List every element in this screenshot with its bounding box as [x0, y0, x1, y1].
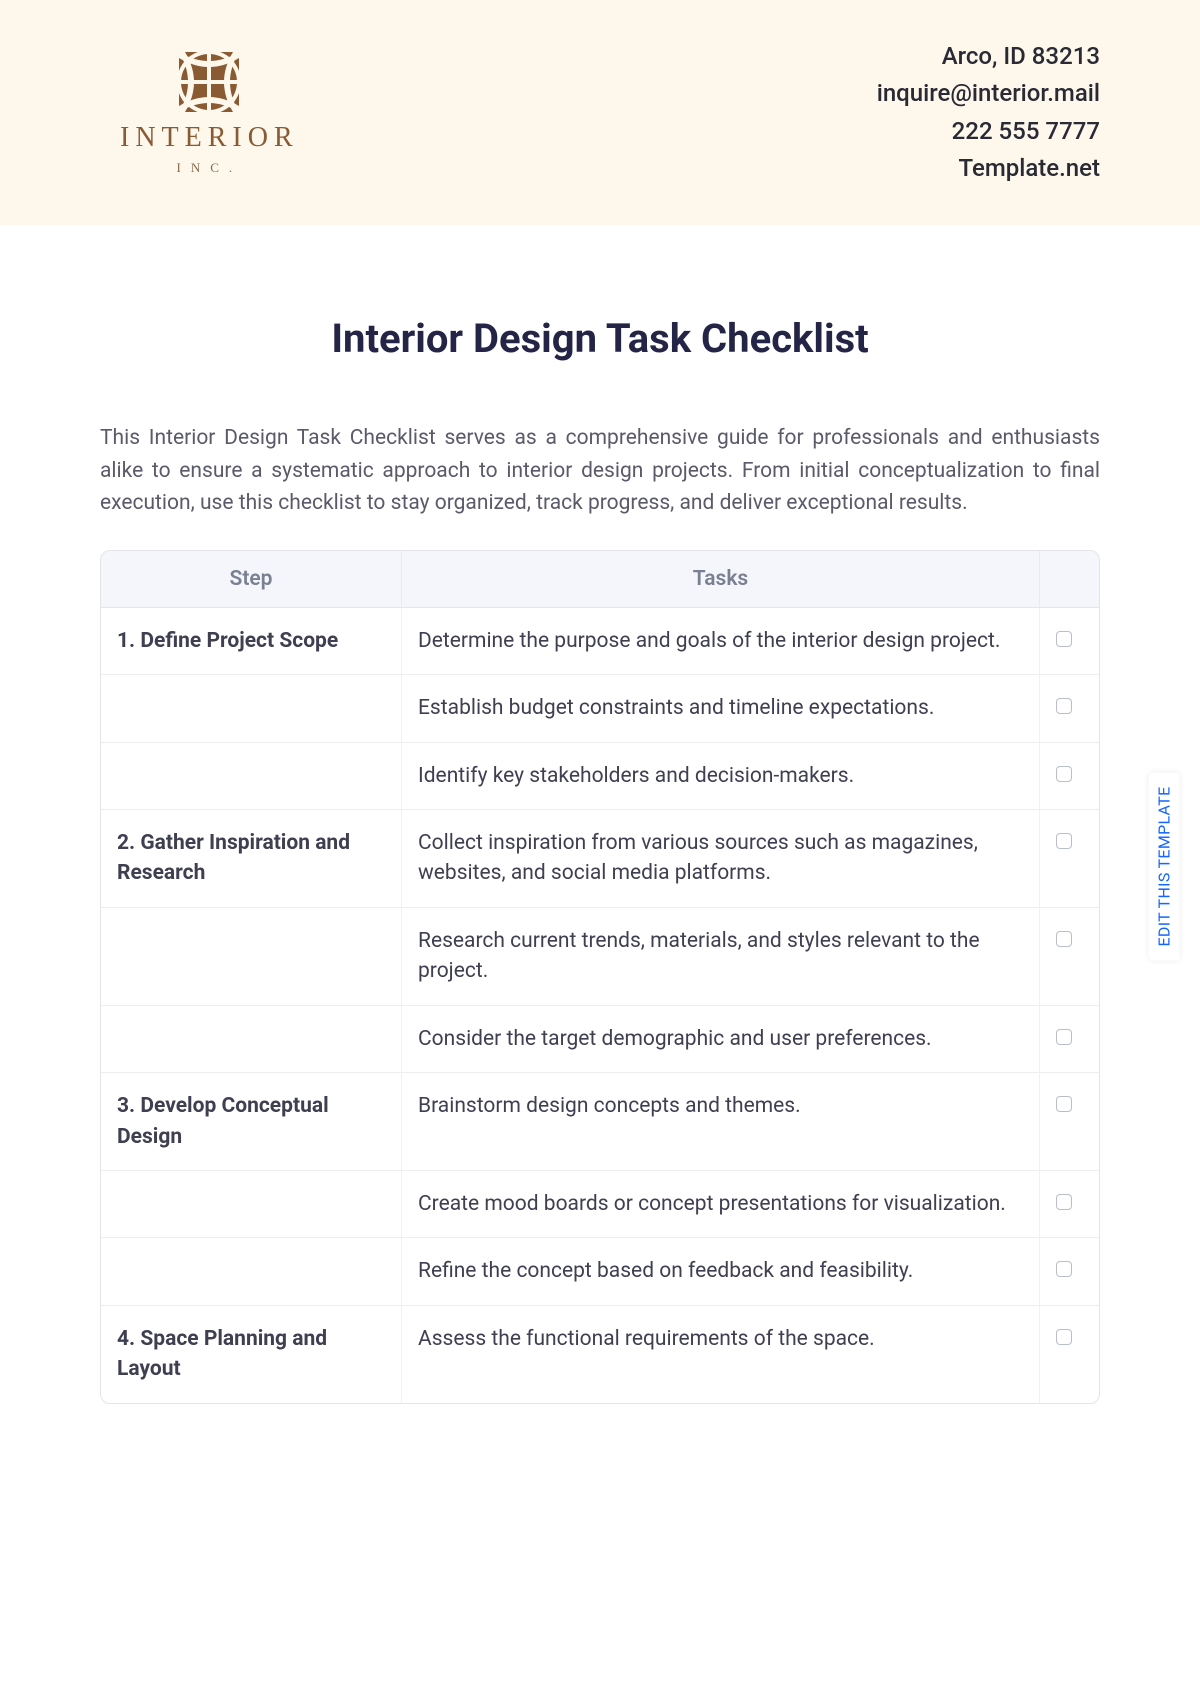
task-cell: Refine the concept based on feedback and…: [401, 1237, 1039, 1304]
edit-template-button[interactable]: EDIT THIS TEMPLATE: [1148, 772, 1179, 960]
check-cell: [1039, 1072, 1099, 1170]
step-cell: 4. Space Planning and Layout: [101, 1305, 401, 1403]
table-row: Identify key stakeholders and decision-m…: [101, 742, 1099, 809]
step-cell: 2. Gather Inspiration and Research: [101, 809, 401, 907]
check-cell: [1039, 608, 1099, 674]
task-cell: Create mood boards or concept presentati…: [401, 1170, 1039, 1237]
col-header-check: [1039, 551, 1099, 608]
task-checkbox[interactable]: [1056, 1029, 1072, 1045]
task-cell: Assess the functional requirements of th…: [401, 1305, 1039, 1403]
step-cell: [101, 742, 401, 809]
step-cell: 1. Define Project Scope: [101, 608, 401, 674]
checklist-table: Step Tasks 1. Define Project ScopeDeterm…: [100, 550, 1100, 1404]
step-cell: [101, 907, 401, 1005]
task-checkbox[interactable]: [1056, 1194, 1072, 1210]
step-cell: 3. Develop Conceptual Design: [101, 1072, 401, 1170]
col-header-step: Step: [101, 551, 401, 608]
logo-wordmark: INTERIOR: [120, 122, 299, 154]
document-body: Interior Design Task Checklist This Inte…: [0, 225, 1200, 1404]
task-cell: Identify key stakeholders and decision-m…: [401, 742, 1039, 809]
task-cell: Establish budget constraints and timelin…: [401, 674, 1039, 741]
task-checkbox[interactable]: [1056, 931, 1072, 947]
check-cell: [1039, 907, 1099, 1005]
table-row: 3. Develop Conceptual DesignBrainstorm d…: [101, 1072, 1099, 1170]
check-cell: [1039, 742, 1099, 809]
check-cell: [1039, 674, 1099, 741]
logo-mark-icon: [177, 50, 241, 114]
step-cell: [101, 1237, 401, 1304]
step-cell: [101, 674, 401, 741]
task-checkbox[interactable]: [1056, 1261, 1072, 1277]
table-row: 2. Gather Inspiration and ResearchCollec…: [101, 809, 1099, 907]
task-cell: Brainstorm design concepts and themes.: [401, 1072, 1039, 1170]
check-cell: [1039, 1305, 1099, 1403]
task-checkbox[interactable]: [1056, 698, 1072, 714]
task-checkbox[interactable]: [1056, 1096, 1072, 1112]
table-row: Establish budget constraints and timelin…: [101, 674, 1099, 741]
task-cell: Determine the purpose and goals of the i…: [401, 608, 1039, 674]
task-checkbox[interactable]: [1056, 631, 1072, 647]
step-cell: [101, 1170, 401, 1237]
contact-email: inquire@interior.mail: [877, 75, 1100, 112]
contact-address: Arco, ID 83213: [877, 38, 1100, 75]
contact-phone: 222 555 7777: [877, 113, 1100, 150]
task-cell: Consider the target demographic and user…: [401, 1005, 1039, 1072]
table-row: Consider the target demographic and user…: [101, 1005, 1099, 1072]
table-row: Create mood boards or concept presentati…: [101, 1170, 1099, 1237]
contact-info: Arco, ID 83213 inquire@interior.mail 222…: [877, 38, 1100, 187]
page-title: Interior Design Task Checklist: [100, 315, 1100, 362]
table-row: 1. Define Project ScopeDetermine the pur…: [101, 608, 1099, 674]
check-cell: [1039, 1005, 1099, 1072]
check-cell: [1039, 809, 1099, 907]
intro-paragraph: This Interior Design Task Checklist serv…: [100, 422, 1100, 520]
task-cell: Research current trends, materials, and …: [401, 907, 1039, 1005]
table-header-row: Step Tasks: [101, 551, 1099, 608]
task-cell: Collect inspiration from various sources…: [401, 809, 1039, 907]
brand-logo: INTERIOR INC.: [120, 50, 299, 176]
table-row: 4. Space Planning and LayoutAssess the f…: [101, 1305, 1099, 1403]
task-checkbox[interactable]: [1056, 833, 1072, 849]
check-cell: [1039, 1170, 1099, 1237]
table-row: Refine the concept based on feedback and…: [101, 1237, 1099, 1304]
check-cell: [1039, 1237, 1099, 1304]
logo-subtext: INC.: [177, 160, 243, 176]
task-checkbox[interactable]: [1056, 766, 1072, 782]
contact-site: Template.net: [877, 150, 1100, 187]
step-cell: [101, 1005, 401, 1072]
letterhead-header: INTERIOR INC. Arco, ID 83213 inquire@int…: [0, 0, 1200, 225]
col-header-tasks: Tasks: [401, 551, 1039, 608]
table-row: Research current trends, materials, and …: [101, 907, 1099, 1005]
task-checkbox[interactable]: [1056, 1329, 1072, 1345]
